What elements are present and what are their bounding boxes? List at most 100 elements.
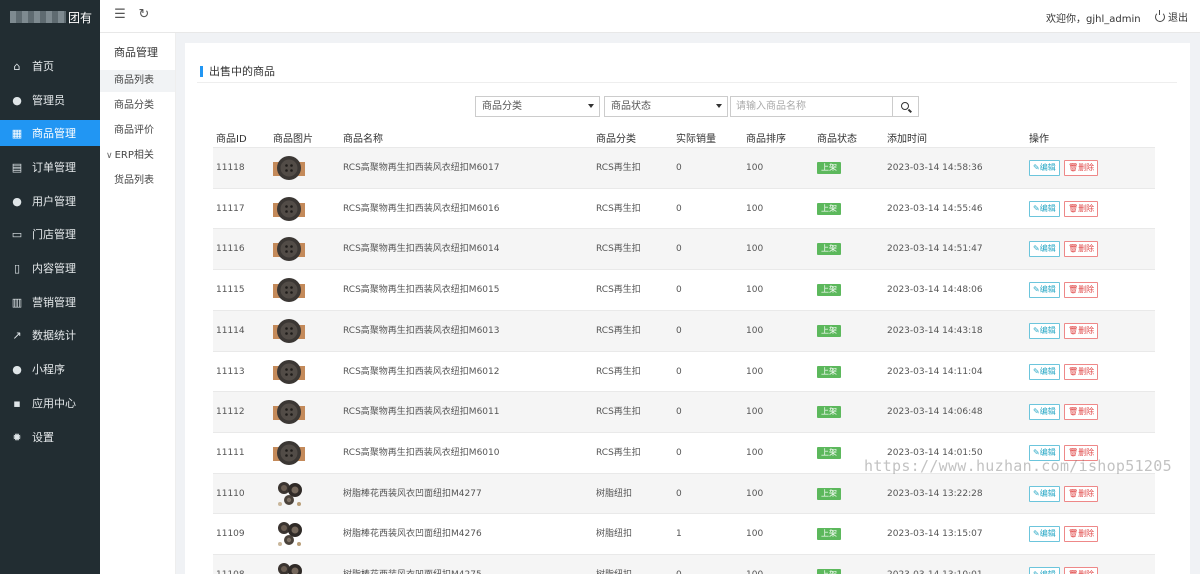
sales-count-cell: 1	[676, 529, 682, 540]
trash-icon: 🗑	[1068, 325, 1079, 335]
product-id-cell: 11112	[216, 407, 245, 418]
sales-count-cell: 0	[676, 285, 682, 296]
submenu-item-4[interactable]: ∨ ERP相关	[100, 145, 175, 167]
menu-collapse-icon[interactable]: ☰	[113, 8, 127, 22]
product-category-cell: RCS再生扣	[596, 407, 641, 418]
product-thumbnail[interactable]	[273, 356, 305, 388]
column-header: 添加时间	[887, 134, 927, 145]
status-badge: 上架	[817, 243, 841, 256]
sidebar-item-8[interactable]: ▥ 营销管理	[0, 289, 100, 315]
sidebar-item-5[interactable]: ● 用户管理	[0, 188, 100, 214]
edit-button[interactable]: ✎编辑	[1029, 363, 1060, 380]
gear-icon: ✹	[12, 430, 22, 444]
status-badge: 上架	[817, 162, 841, 174]
product-name-cell: 树脂棒花西装风衣凹面纽扣M4275	[343, 555, 482, 574]
column-header: 商品状态	[817, 134, 857, 145]
edit-button[interactable]: ✎编辑	[1029, 160, 1060, 176]
search-icon	[900, 101, 909, 110]
product-thumbnail[interactable]	[273, 396, 305, 428]
table-row: 11108 树脂棒花西装风衣凹面纽扣M4275 树脂纽扣 0 100 2023-03-14…	[213, 554, 1155, 574]
sales-count-cell: 0	[676, 407, 682, 418]
delete-button[interactable]: 🗑删除	[1064, 526, 1099, 543]
product-thumbnail[interactable]	[273, 152, 305, 184]
product-thumbnail[interactable]	[273, 315, 305, 347]
sidebar-item-3[interactable]: ▦ 商品管理	[0, 120, 100, 146]
sales-count-cell: 0	[676, 163, 682, 173]
pencil-icon: ✎	[1033, 366, 1040, 376]
product-thumbnail[interactable]	[273, 559, 305, 574]
edit-button[interactable]: ✎编辑	[1029, 200, 1060, 217]
sales-count-cell: 0	[676, 325, 682, 336]
column-header: 商品ID	[216, 134, 247, 145]
sidebar-item-10[interactable]: ● 小程序	[0, 356, 100, 382]
sidebar-item-12[interactable]: ✹ 设置	[0, 424, 100, 450]
product-thumbnail[interactable]	[273, 233, 305, 265]
added-time-cell: 2023-03-14 14:06:48	[887, 407, 983, 418]
delete-button[interactable]: 🗑删除	[1064, 567, 1099, 574]
edit-button[interactable]: ✎编辑	[1029, 567, 1060, 574]
product-thumbnail[interactable]	[273, 437, 305, 469]
logout-button[interactable]: 退出	[1155, 9, 1188, 24]
status-badge: 上架	[817, 324, 841, 337]
product-name-cell: RCS高聚物再生扣西装风衣纽扣M6014	[343, 244, 500, 255]
sidebar-item-11[interactable]: ▪ 应用中心	[0, 390, 100, 416]
sidebar-item-7[interactable]: ▯ 内容管理	[0, 255, 100, 281]
brand-logo[interactable]: 团有	[0, 0, 100, 34]
delete-button[interactable]: 🗑删除	[1064, 485, 1099, 502]
edit-button[interactable]: ✎编辑	[1029, 322, 1060, 339]
added-time-cell: 2023-03-14 13:10:01	[887, 555, 983, 574]
product-name-search-input[interactable]	[730, 96, 893, 117]
submenu-item-5[interactable]: 货品列表	[100, 170, 175, 192]
edit-button[interactable]: ✎编辑	[1029, 485, 1060, 502]
watermark-text: https://www.huzhan.com/ishop51205	[864, 457, 1172, 475]
sidebar-item-1[interactable]: ⌂ 首页	[0, 53, 100, 79]
edit-button[interactable]: ✎编辑	[1029, 241, 1060, 258]
edit-button[interactable]: ✎编辑	[1029, 404, 1060, 421]
status-badge: 上架	[817, 569, 841, 574]
search-button[interactable]	[892, 96, 919, 117]
delete-button[interactable]: 🗑删除	[1064, 282, 1099, 299]
line-chart-icon: ↗	[12, 328, 22, 342]
sidebar-item-4[interactable]: ▤ 订单管理	[0, 154, 100, 180]
sidebar-item-6[interactable]: ▭ 门店管理	[0, 221, 100, 247]
edit-button[interactable]: ✎编辑	[1029, 526, 1060, 543]
delete-button[interactable]: 🗑删除	[1064, 404, 1099, 421]
product-id-cell: 11118	[216, 163, 245, 173]
submenu-item-label: 商品分类	[114, 100, 154, 111]
refresh-icon[interactable]: ↻	[137, 8, 151, 22]
submenu-item-label: 商品评价	[114, 125, 154, 136]
edit-button[interactable]: ✎编辑	[1029, 282, 1060, 299]
delete-label: 删除	[1078, 570, 1094, 574]
product-thumbnail[interactable]	[273, 518, 305, 550]
column-header: 商品分类	[596, 134, 636, 145]
submenu-item-1[interactable]: 商品列表	[100, 70, 175, 92]
product-category-cell: RCS再生扣	[596, 366, 641, 377]
delete-button[interactable]: 🗑删除	[1064, 322, 1099, 339]
submenu-item-3[interactable]: 商品评价	[100, 120, 175, 142]
submenu-item-2[interactable]: 商品分类	[100, 95, 175, 117]
product-id-cell: 11109	[216, 529, 245, 540]
delete-button[interactable]: 🗑删除	[1064, 241, 1099, 258]
sidebar-item-9[interactable]: ↗ 数据统计	[0, 322, 100, 348]
category-select[interactable]: 商品分类	[475, 96, 600, 117]
added-time-cell: 2023-03-14 14:51:47	[887, 244, 983, 255]
product-name-cell: RCS高聚物再生扣西装风衣纽扣M6013	[343, 325, 500, 336]
delete-button[interactable]: 🗑删除	[1064, 200, 1099, 217]
delete-label: 删除	[1078, 203, 1095, 213]
trash-icon: 🗑	[1068, 163, 1079, 172]
edit-label: 编辑	[1039, 325, 1056, 335]
status-select[interactable]: 商品状态	[604, 96, 728, 117]
trash-icon: 🗑	[1068, 244, 1079, 254]
sidebar-item-2[interactable]: ● 管理员	[0, 87, 100, 113]
sidebar-item-label: 门店管理	[32, 228, 76, 241]
delete-button[interactable]: 🗑删除	[1064, 363, 1099, 380]
delete-button[interactable]: 🗑删除	[1064, 160, 1099, 176]
sidebar-item-label: 管理员	[32, 94, 65, 107]
sort-order-cell: 100	[746, 163, 764, 173]
product-name-cell: RCS高聚物再生扣西装风衣纽扣M6012	[343, 366, 500, 377]
product-thumbnail[interactable]	[273, 478, 305, 510]
status-badge: 上架	[817, 487, 841, 500]
product-thumbnail[interactable]	[273, 193, 305, 225]
status-badge: 上架	[817, 365, 841, 378]
product-thumbnail[interactable]	[273, 274, 305, 306]
